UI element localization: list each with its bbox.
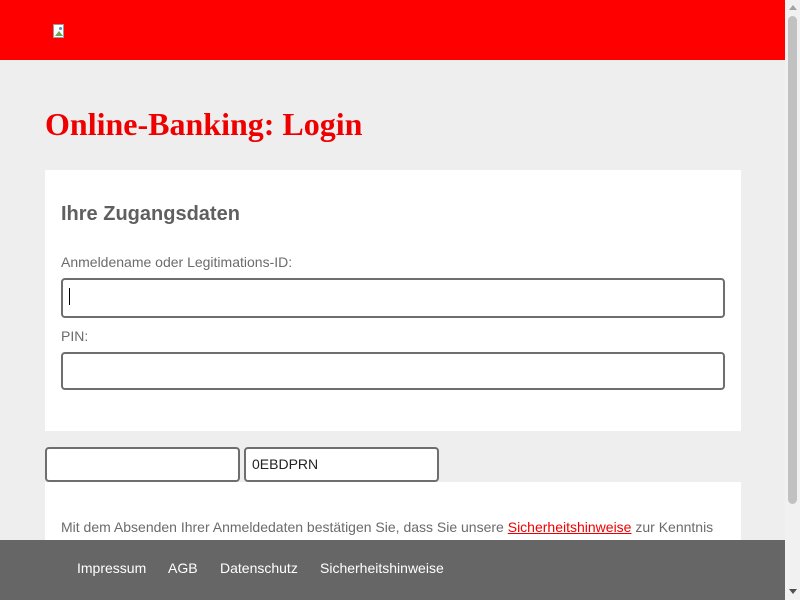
footer-bar: Impressum AGB Datenschutz Sicherheitshin… — [0, 540, 785, 600]
notice-text-before: Mit dem Absenden Ihrer Anmeldedaten best… — [61, 519, 508, 535]
login-card: Ihre Zugangsdaten Anmeldename oder Legit… — [45, 170, 741, 431]
consent-notice: Mit dem Absenden Ihrer Anmeldedaten best… — [61, 516, 741, 538]
notice-text-after: zur Kenntnis — [631, 519, 714, 535]
text-caret — [69, 288, 70, 305]
username-label: Anmeldename oder Legitimations-ID: — [61, 254, 293, 270]
page-title: Online-Banking: Login — [45, 106, 363, 142]
username-field-wrap — [45, 278, 741, 318]
vertical-scrollbar[interactable] — [785, 0, 800, 600]
footer-link-impressum[interactable]: Impressum — [77, 560, 146, 576]
username-input[interactable] — [61, 278, 725, 318]
pin-input[interactable] — [61, 352, 725, 390]
security-notes-link[interactable]: Sicherheitshinweise — [508, 519, 632, 535]
captcha-input[interactable] — [45, 447, 240, 482]
scroll-down-arrow-icon[interactable] — [789, 589, 797, 594]
broken-image-icon[interactable] — [52, 24, 68, 40]
section-title: Ihre Zugangsdaten — [61, 203, 240, 225]
footer-link-datenschutz[interactable]: Datenschutz — [220, 560, 298, 576]
footer-link-agb[interactable]: AGB — [168, 560, 198, 576]
scroll-up-arrow-icon[interactable] — [789, 5, 797, 10]
pin-label: PIN: — [61, 328, 89, 344]
page: Online-Banking: Login Ihre Zugangsdaten … — [0, 0, 785, 600]
header-bar — [0, 0, 785, 60]
captcha-code-field[interactable]: 0EBDPRN — [244, 447, 439, 482]
footer-link-sicherheitshinweise[interactable]: Sicherheitshinweise — [320, 560, 444, 576]
scrollbar-thumb[interactable] — [788, 16, 797, 504]
